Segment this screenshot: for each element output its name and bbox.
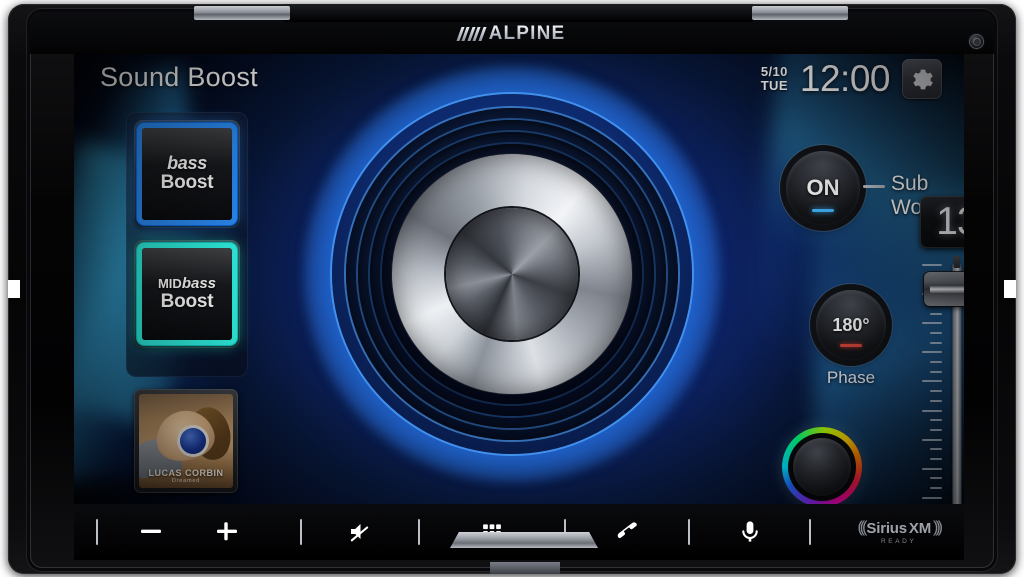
siriusxm-wordmark: Sirius — [866, 519, 907, 537]
preset-bass-boost[interactable]: bass Boost — [134, 120, 240, 228]
mounting-bracket-left — [194, 6, 290, 20]
phase-value: 180° — [832, 314, 870, 335]
toolbar-divider — [300, 519, 302, 545]
album-art-thumbnail[interactable]: LUCAS CORBIN Dreamed — [134, 389, 238, 493]
screenshot-root: ALPINE Sound Boost 5/10 TUE 12:00 bass B… — [0, 0, 1024, 577]
phone-button[interactable] — [594, 504, 660, 560]
phase-label: Phase — [826, 368, 876, 387]
preset-midbass-boost-line1: MIDbass — [158, 276, 216, 291]
subwoofer-indicator — [812, 209, 834, 212]
subwoofer-level-value: 13 — [936, 200, 964, 243]
alpine-wordmark: ALPINE — [488, 23, 566, 44]
top-bracket-shadow — [284, 4, 754, 22]
settings-button[interactable] — [902, 59, 942, 99]
speaker-dust-cap — [446, 208, 578, 340]
fader-handle[interactable] — [924, 272, 964, 306]
subwoofer-on-label: ON — [806, 175, 840, 200]
preset-bass-boost-face: bass Boost — [142, 128, 232, 220]
phase-indicator — [840, 344, 862, 347]
date-display: 5/10 TUE — [761, 65, 788, 92]
album-art-headphone — [180, 427, 207, 454]
divider — [272, 504, 330, 560]
mounting-bracket-right — [752, 6, 848, 20]
toolbar-divider — [688, 519, 690, 545]
album-title: Dreamed — [171, 478, 201, 484]
minus-icon — [141, 529, 161, 533]
subwoofer-connector-line — [863, 185, 885, 188]
volume-up-button[interactable] — [182, 504, 272, 560]
clock-time: 12:00 — [799, 58, 891, 99]
bezel-notch-right — [1004, 280, 1016, 298]
reset-sensor-dot-icon — [970, 35, 983, 48]
divider — [782, 504, 838, 560]
phase-knob[interactable]: 180° — [816, 290, 886, 360]
toolbar-divider — [418, 519, 420, 545]
preset-column: bass Boost MIDbass Boost — [126, 112, 248, 377]
siriusxm-xm: XM — [908, 519, 932, 537]
siriusxm-right-waves: ))) — [933, 519, 943, 536]
preset-midbass-boost[interactable]: MIDbass Boost — [134, 240, 240, 348]
subwoofer-cone-graphic[interactable] — [304, 66, 720, 482]
date-value: 5/10 — [760, 64, 788, 80]
divider — [390, 504, 448, 560]
status-bar: 5/10 TUE 12:00 — [761, 58, 942, 100]
subwoofer-level-fader[interactable] — [920, 256, 964, 504]
head-unit-body: ALPINE Sound Boost 5/10 TUE 12:00 bass B… — [8, 4, 1016, 574]
preset-midbass-boost-face: MIDbass Boost — [142, 248, 232, 340]
mute-button[interactable] — [330, 504, 390, 560]
mute-icon — [350, 524, 369, 542]
toolbar-divider — [809, 519, 811, 545]
alpine-slashes-icon — [456, 27, 487, 41]
siriusxm-ready-logo: (((Sirius XM))) READY — [857, 519, 943, 545]
preset-bass-boost-line1: bass — [167, 153, 207, 174]
preset-midbass-boost-line2: Boost — [160, 290, 214, 312]
page-title: Sound Boost — [100, 62, 258, 92]
gear-icon — [912, 69, 933, 89]
microphone-icon — [742, 521, 758, 542]
album-art-image: LUCAS CORBIN Dreamed — [139, 394, 233, 488]
alpine-logo: ALPINE — [456, 23, 566, 45]
plus-icon — [217, 522, 237, 541]
voice-button[interactable] — [718, 504, 782, 560]
weekday-value: TUE — [760, 78, 788, 93]
preset-midbass-bass: bass — [181, 274, 217, 292]
siriusxm-left-waves: ((( — [857, 519, 867, 536]
display-screen[interactable]: Sound Boost 5/10 TUE 12:00 bass Boost MI… — [74, 34, 964, 504]
album-artist: LUCAS CORBIN — [148, 468, 224, 478]
lighting-link-knob[interactable] — [782, 427, 862, 504]
bezel-notch-left — [8, 280, 20, 298]
divider — [660, 504, 718, 560]
preset-bass-boost-line2: Boost — [160, 172, 214, 194]
volume-down-button[interactable] — [120, 504, 182, 560]
album-caption: LUCAS CORBIN Dreamed — [139, 468, 233, 484]
bottom-mount-tab — [450, 532, 598, 548]
toolbar-divider — [96, 519, 98, 545]
preset-midbass-mid: MID — [157, 275, 182, 291]
fader-top-stub — [953, 256, 961, 268]
bottom-mount-tab-lower — [490, 562, 560, 574]
siriusxm-ready-text: READY — [881, 538, 917, 545]
subwoofer-level-display: 13 — [920, 196, 964, 248]
divider — [74, 504, 120, 560]
subwoofer-on-knob[interactable]: ON — [786, 151, 860, 225]
phone-icon — [617, 522, 637, 539]
